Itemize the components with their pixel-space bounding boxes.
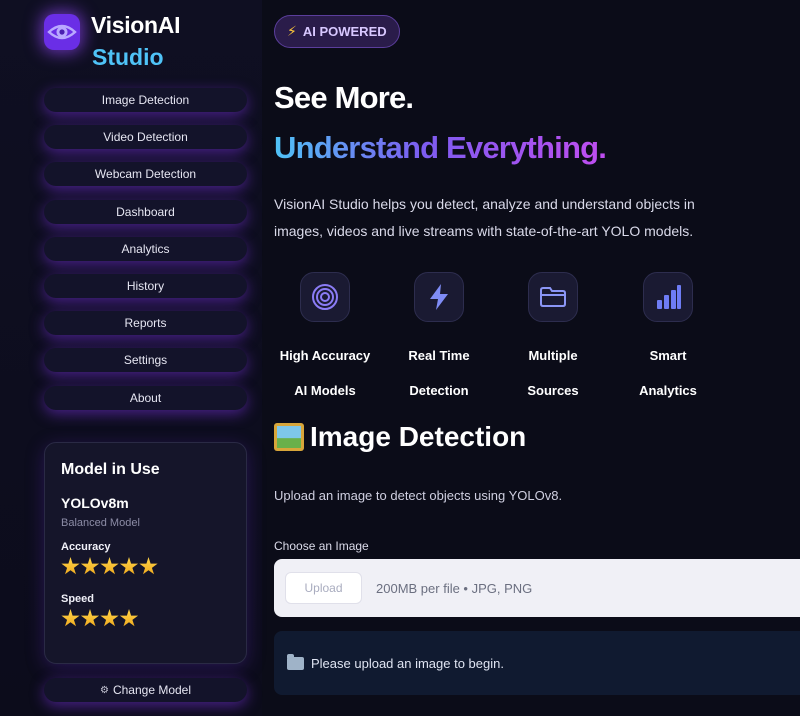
sidebar-item-settings[interactable]: Settings	[44, 348, 247, 373]
info-message-text: Please upload an image to begin.	[311, 655, 504, 671]
sidebar-item-image-detection[interactable]: Image Detection	[44, 88, 247, 112]
ai-powered-badge: ⚡ AI POWERED	[274, 15, 400, 48]
change-model-label: Change Model	[112, 683, 192, 697]
file-dropzone[interactable]: Upload 200MB per file • JPG, PNG	[274, 559, 800, 617]
sidebar-item-reports[interactable]: Reports	[44, 311, 247, 336]
star-icon	[80, 609, 100, 627]
section-description: Upload an image to detect objects using …	[274, 488, 563, 503]
feature-label: Smart Analytics	[639, 348, 697, 398]
model-card: Model in Use YOLOv8m Balanced Model Accu…	[44, 442, 247, 664]
feature-label: High Accuracy AI Models	[279, 348, 371, 398]
model-description: Balanced Model	[61, 517, 140, 529]
sidebar-nav: Image Detection Video Detection Webcam D…	[44, 88, 247, 423]
sidebar-item-webcam-detection[interactable]: Webcam Detection	[44, 162, 247, 187]
sidebar-item-dashboard[interactable]: Dashboard	[44, 199, 247, 224]
lightning-icon	[414, 272, 464, 322]
star-icon	[100, 557, 119, 575]
brand-subtitle: Studio	[92, 44, 164, 70]
bar-chart-icon	[643, 272, 693, 322]
eye-logo-icon	[44, 14, 80, 50]
brand-name: VisionAI	[91, 12, 181, 38]
sidebar-item-about[interactable]: About	[44, 385, 247, 410]
feature-label: Real Time Detection	[408, 348, 470, 398]
lightning-icon: ⚡	[287, 23, 297, 39]
sidebar-item-history[interactable]: History	[44, 273, 247, 298]
upload-button[interactable]: Upload	[285, 572, 362, 604]
main-content: ⚡ AI POWERED See More. Understand Everyt…	[262, 0, 800, 716]
info-message: Please upload an image to begin.	[274, 631, 800, 695]
star-icon	[80, 557, 100, 575]
star-icon	[119, 609, 139, 627]
star-icon	[61, 609, 80, 627]
target-icon	[300, 272, 350, 322]
sidebar: VisionAI Studio Image Detection Video De…	[0, 0, 262, 716]
sidebar-item-analytics[interactable]: Analytics	[44, 236, 247, 261]
feature-item: Smart Analytics	[608, 272, 728, 408]
feature-item: Real Time Detection	[379, 272, 499, 408]
folder-icon	[287, 653, 304, 670]
folder-icon	[528, 272, 578, 322]
section-title: Image Detection	[274, 421, 526, 453]
upload-label: Choose an Image	[274, 539, 369, 553]
feature-item: High Accuracy AI Models	[265, 272, 385, 408]
badge-label: AI POWERED	[302, 24, 387, 39]
accuracy-label: Accuracy	[61, 541, 111, 553]
star-icon	[139, 557, 158, 575]
accuracy-rating	[61, 557, 230, 581]
picture-icon	[274, 423, 304, 451]
sidebar-item-video-detection[interactable]: Video Detection	[44, 125, 247, 150]
model-name: YOLOv8m	[61, 495, 129, 511]
star-icon	[100, 609, 119, 627]
hero-intro: VisionAI Studio helps you detect, analyz…	[274, 196, 695, 239]
model-card-title: Model in Use	[61, 461, 160, 478]
feature-list: High Accuracy AI Models Real Time Detect…	[262, 272, 800, 402]
hero-subtitle: Understand Everything.	[274, 130, 607, 165]
feature-label: Multiple Sources	[527, 348, 579, 398]
hero-title: See More.	[274, 80, 414, 115]
speed-rating	[61, 609, 230, 633]
speed-label: Speed	[61, 593, 95, 605]
gear-icon: ⚙	[99, 684, 109, 696]
star-icon	[61, 557, 80, 575]
section-title-text: Image Detection	[310, 421, 527, 452]
change-model-button[interactable]: ⚙ Change Model	[44, 678, 247, 702]
star-icon	[119, 557, 139, 575]
upload-hint: 200MB per file • JPG, PNG	[376, 580, 533, 596]
feature-item: Multiple Sources	[493, 272, 613, 408]
app-window: VisionAI Studio Image Detection Video De…	[0, 0, 800, 716]
